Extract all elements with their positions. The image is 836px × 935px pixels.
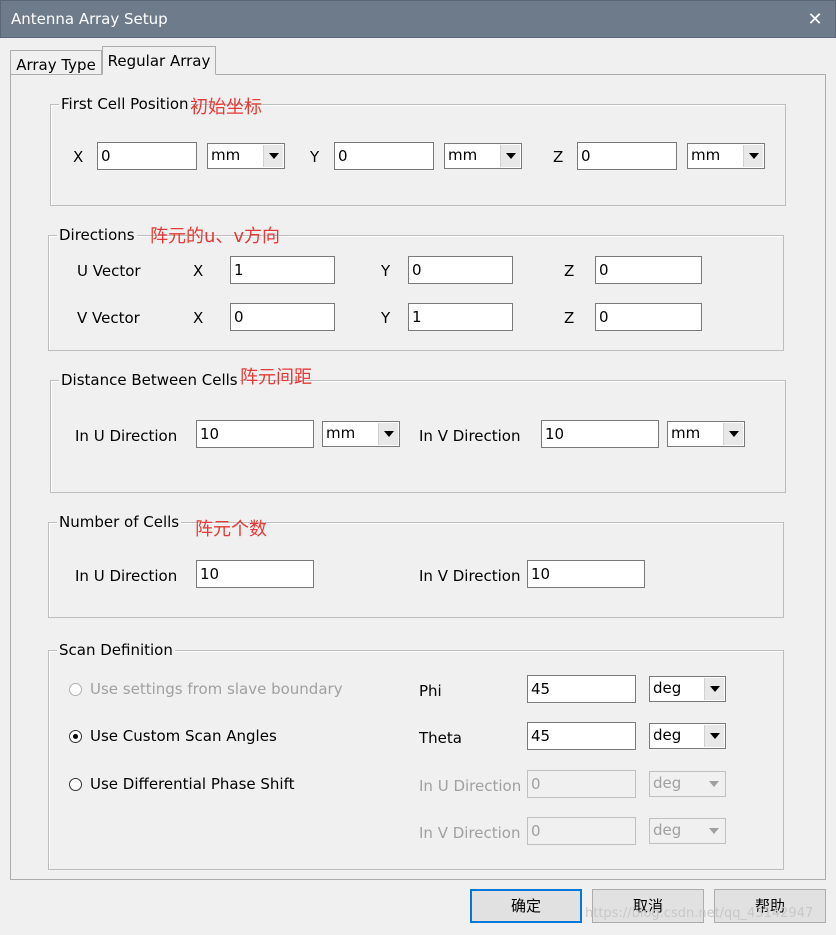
radio-slave-boundary-label: Use settings from slave boundary (90, 680, 343, 698)
u-vector-x-label: X (193, 262, 204, 280)
theta-unit: deg (653, 726, 682, 744)
first-cell-legend: First Cell Position (59, 95, 191, 113)
chevron-down-icon[interactable] (704, 725, 724, 747)
chevron-down-icon[interactable] (743, 145, 763, 167)
title-bar: Antenna Array Setup ✕ (0, 0, 836, 38)
radio-differential-phase[interactable] (69, 778, 82, 791)
first-cell-z-unit-select[interactable]: mm (687, 143, 765, 169)
scan-v-input: 0 (527, 817, 636, 845)
first-cell-x-input[interactable]: 0 (97, 142, 197, 170)
first-cell-x-label: X (73, 148, 84, 166)
distance-v-input[interactable]: 10 (541, 420, 659, 448)
first-cell-x-unit-select[interactable]: mm (207, 143, 285, 169)
watermark: https://blog.csdn.net/qq_43142947 (585, 906, 814, 921)
theta-unit-select[interactable]: deg (649, 723, 726, 749)
tab-regular-array[interactable]: Regular Array (102, 46, 216, 75)
num-cells-u-label: In U Direction (75, 567, 178, 585)
first-cell-y-unit: mm (448, 146, 478, 164)
distance-v-unit-select[interactable]: mm (667, 421, 745, 447)
num-cells-legend: Number of Cells (57, 513, 182, 531)
distance-u-input[interactable]: 10 (196, 420, 314, 448)
distance-v-label: In V Direction (419, 427, 521, 445)
window-title: Antenna Array Setup (11, 10, 168, 28)
scan-u-label: In U Direction (419, 777, 522, 795)
ok-button[interactable]: 确定 (470, 889, 582, 923)
scan-v-unit-select: deg (649, 818, 726, 844)
distance-legend: Distance Between Cells (59, 371, 240, 389)
radio-slave-boundary (69, 683, 82, 696)
v-vector-z-input[interactable]: 0 (595, 303, 702, 331)
radio-custom-scan-angles[interactable] (69, 730, 82, 743)
chevron-down-icon[interactable] (263, 145, 283, 167)
v-vector-x-label: X (193, 309, 204, 327)
distance-annotation: 阵元间距 (240, 367, 312, 388)
num-cells-u-input[interactable]: 10 (196, 560, 314, 588)
phi-unit: deg (653, 679, 682, 697)
first-cell-annotation: 初始坐标 (190, 97, 262, 118)
distance-u-unit-select[interactable]: mm (322, 421, 400, 447)
directions-annotation: 阵元的u、v方向 (150, 226, 281, 247)
scan-u-input: 0 (527, 770, 636, 798)
phi-unit-select[interactable]: deg (649, 676, 726, 702)
scan-legend: Scan Definition (57, 641, 175, 659)
num-cells-v-label: In V Direction (419, 567, 521, 585)
phi-input[interactable]: 45 (527, 675, 636, 703)
chevron-down-icon[interactable] (723, 423, 743, 445)
directions-group (48, 235, 784, 351)
theta-label: Theta (419, 729, 462, 747)
num-cells-v-input[interactable]: 10 (527, 560, 645, 588)
first-cell-z-label: Z (553, 148, 564, 166)
u-vector-y-label: Y (381, 262, 391, 280)
chevron-down-icon[interactable] (704, 678, 724, 700)
v-vector-label: V Vector (77, 309, 140, 327)
chevron-down-icon[interactable] (500, 145, 520, 167)
chevron-down-icon (704, 820, 724, 842)
first-cell-z-unit: mm (691, 146, 721, 164)
first-cell-y-unit-select[interactable]: mm (444, 143, 522, 169)
scan-u-unit-select: deg (649, 771, 726, 797)
u-vector-z-label: Z (564, 262, 575, 280)
chevron-down-icon[interactable] (378, 423, 398, 445)
u-vector-y-input[interactable]: 0 (408, 256, 513, 284)
v-vector-y-label: Y (381, 309, 391, 327)
distance-v-unit: mm (671, 424, 701, 442)
num-cells-annotation: 阵元个数 (195, 519, 267, 540)
phi-label: Phi (419, 682, 442, 700)
scan-u-unit: deg (653, 774, 682, 792)
theta-input[interactable]: 45 (527, 722, 636, 750)
scan-v-label: In V Direction (419, 824, 521, 842)
chevron-down-icon (704, 773, 724, 795)
directions-legend: Directions (57, 226, 137, 244)
tab-array-type[interactable]: Array Type (10, 50, 102, 75)
distance-u-label: In U Direction (75, 427, 178, 445)
radio-differential-phase-label[interactable]: Use Differential Phase Shift (90, 775, 294, 793)
u-vector-label: U Vector (77, 262, 141, 280)
u-vector-x-input[interactable]: 1 (230, 256, 335, 284)
radio-custom-scan-angles-label[interactable]: Use Custom Scan Angles (90, 727, 277, 745)
u-vector-z-input[interactable]: 0 (595, 256, 702, 284)
v-vector-x-input[interactable]: 0 (230, 303, 335, 331)
first-cell-x-unit: mm (211, 146, 241, 164)
first-cell-y-input[interactable]: 0 (334, 142, 434, 170)
first-cell-z-input[interactable]: 0 (577, 142, 677, 170)
v-vector-y-input[interactable]: 1 (408, 303, 513, 331)
distance-u-unit: mm (326, 424, 356, 442)
v-vector-z-label: Z (564, 309, 575, 327)
first-cell-y-label: Y (310, 148, 320, 166)
close-icon[interactable]: ✕ (799, 5, 831, 35)
scan-v-unit: deg (653, 821, 682, 839)
